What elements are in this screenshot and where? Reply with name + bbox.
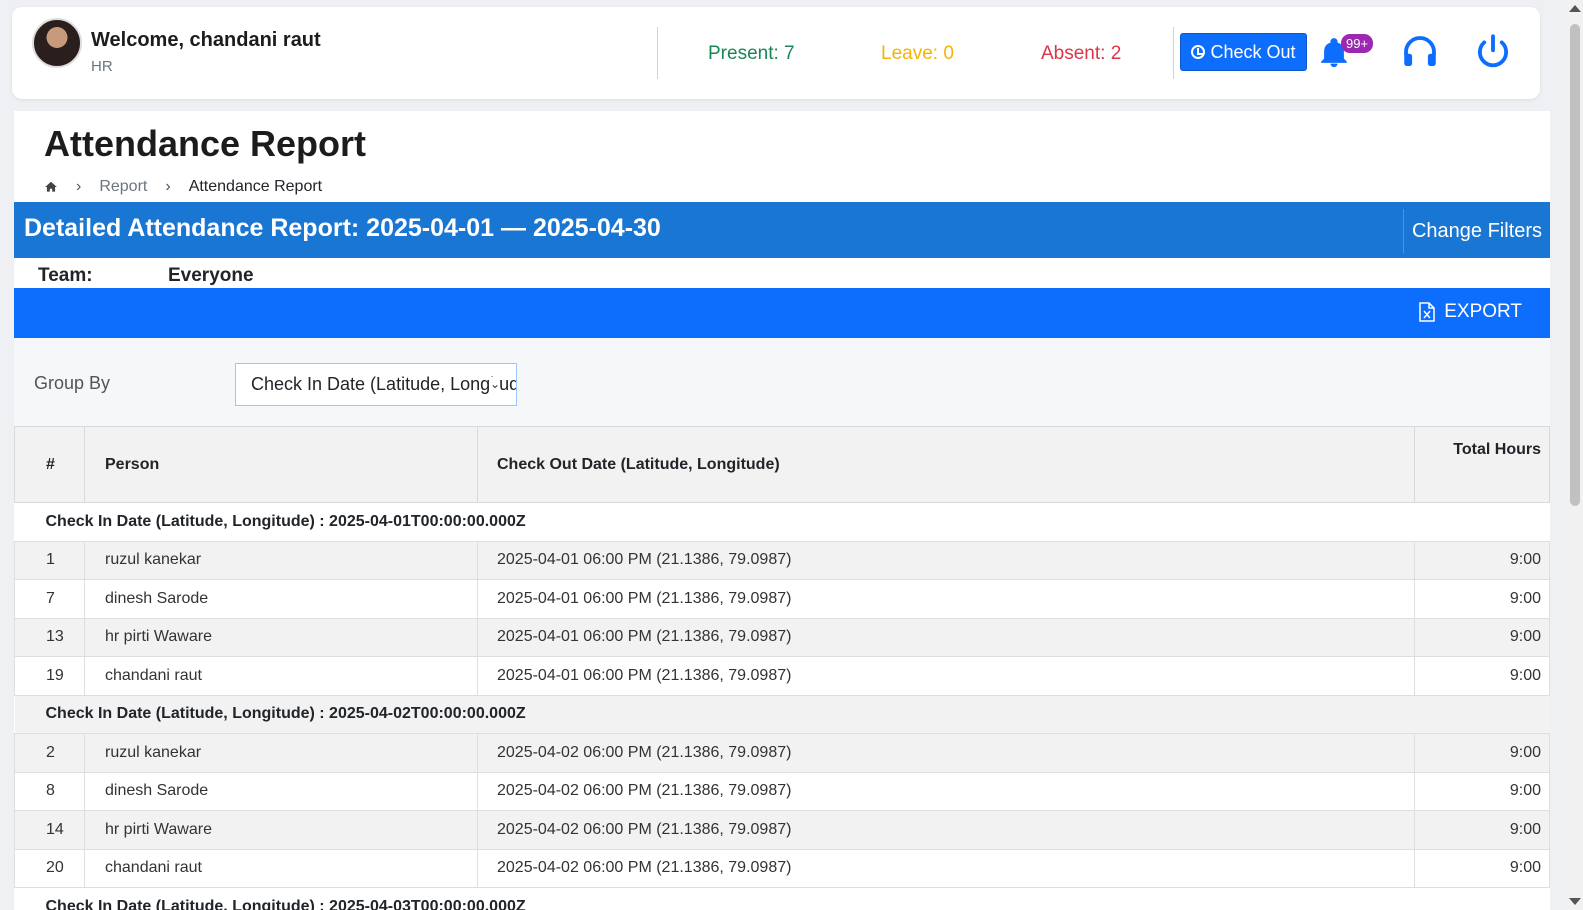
checkout-date: 2025-04-01 06:00 PM (21.1386, 79.0987) [477,540,1415,580]
column-header-number[interactable]: # [14,426,85,503]
row-number: 8 [14,771,85,811]
group-row: Check In Date (Latitude, Longitude) : 20… [14,694,1550,734]
avatar[interactable] [32,18,82,68]
person-name: hr pirti Waware [84,617,478,657]
total-hours: 9:00 [1414,656,1550,696]
checkout-date: 2025-04-02 06:00 PM (21.1386, 79.0987) [477,848,1415,888]
chevron-right-icon: › [165,178,171,195]
change-filters-button[interactable]: Change Filters [1403,209,1550,253]
group-row: Check In Date (Latitude, Longitude) : 20… [14,502,1550,542]
checkout-date: 2025-04-01 06:00 PM (21.1386, 79.0987) [477,617,1415,657]
person-name: hr pirti Waware [84,810,478,850]
chevron-right-icon: › [76,178,82,195]
person-name: dinesh Sarode [84,579,478,619]
attendance-table: # Person Check Out Date (Latitude, Longi… [14,426,1550,910]
person-name: ruzul kanekar [84,540,478,580]
leave-count: Leave: 0 [881,43,954,64]
person-name: dinesh Sarode [84,771,478,811]
group-row: Check In Date (Latitude, Longitude) : 20… [14,887,1550,910]
total-hours: 9:00 [1414,848,1550,888]
group-by-value: Check In Date (Latitude, Longitude) [251,374,517,394]
checkout-date: 2025-04-02 06:00 PM (21.1386, 79.0987) [477,771,1415,811]
group-by-row: Group By Check In Date (Latitude, Longit… [14,338,1550,426]
team-label: Team: [38,265,93,286]
breadcrumb-current: Attendance Report [188,178,323,195]
checkout-date: 2025-04-02 06:00 PM (21.1386, 79.0987) [477,810,1415,850]
scroll-down-arrow[interactable] [1569,898,1581,905]
total-hours: 9:00 [1414,733,1550,773]
total-hours: 9:00 [1414,579,1550,619]
check-out-button[interactable]: Check Out [1180,33,1307,71]
scrollbar-thumb[interactable] [1570,24,1580,506]
table-row[interactable]: 1 ruzul kanekar 2025-04-01 06:00 PM (21.13… [14,540,1550,580]
total-hours: 9:00 [1414,810,1550,850]
group-by-select[interactable]: Check In Date (Latitude, Longitude) ⌄ [235,363,517,406]
page-title: Attendance Report [44,123,367,164]
table-row[interactable]: 8 dinesh Sarode 2025-04-02 06:00 PM (21.13… [14,771,1550,811]
absent-count: Absent: 2 [1041,43,1122,64]
row-number: 7 [14,579,85,619]
table-header-row: # Person Check Out Date (Latitude, Longi… [14,426,1550,503]
main-panel: Attendance Report › Report › Attendance … [14,111,1550,910]
person-name: chandani raut [84,656,478,696]
check-out-label: Check Out [1210,41,1296,62]
checkout-date: 2025-04-01 06:00 PM (21.1386, 79.0987) [477,656,1415,696]
row-number: 14 [14,810,85,850]
present-count: Present: 7 [708,43,795,64]
breadcrumb-report[interactable]: Report [99,178,147,196]
group-by-label: Group By [34,373,111,393]
column-header-total-hours[interactable]: Total Hours [1414,426,1550,503]
row-number: 20 [14,848,85,888]
divider [657,27,658,79]
team-value: Everyone [168,265,254,286]
chevron-down-icon: ⌄ [489,377,500,391]
breadcrumb: › Report › Attendance Report [44,178,322,196]
export-bar: EXPORT [14,288,1550,338]
excel-file-icon [1419,302,1435,322]
team-row: Team: Everyone [14,262,1550,288]
report-header-bar: Detailed Attendance Report: 2025-04-01 —… [14,202,1550,258]
table-row[interactable]: 19 chandani raut 2025-04-01 06:00 PM (21.1… [14,656,1550,696]
export-label: EXPORT [1444,301,1522,322]
clock-icon [1191,45,1206,59]
group-label: Check In Date (Latitude, Longitude) : 20… [14,887,1550,910]
checkout-date: 2025-04-01 06:00 PM (21.1386, 79.0987) [477,579,1415,619]
table-row[interactable]: 2 ruzul kanekar 2025-04-02 06:00 PM (21.13… [14,733,1550,773]
group-label: Check In Date (Latitude, Longitude) : 20… [14,694,1550,734]
total-hours: 9:00 [1414,771,1550,811]
column-header-checkout[interactable]: Check Out Date (Latitude, Longitude) [477,426,1415,503]
page-scrollbar[interactable] [1566,0,1583,910]
welcome-text: Welcome, chandani raut [91,29,321,51]
user-role: HR [91,58,113,75]
scroll-up-arrow[interactable] [1569,5,1581,12]
export-button[interactable]: EXPORT [1419,301,1522,323]
group-label: Check In Date (Latitude, Longitude) : 20… [14,502,1550,542]
divider [1173,27,1174,79]
home-icon[interactable] [44,180,58,194]
row-number: 13 [14,617,85,657]
table-row[interactable]: 7 dinesh Sarode 2025-04-01 06:00 PM (21.13… [14,579,1550,619]
row-number: 1 [14,540,85,580]
checkout-date: 2025-04-02 06:00 PM (21.1386, 79.0987) [477,733,1415,773]
report-title: Detailed Attendance Report: 2025-04-01 —… [24,214,661,242]
top-header: Welcome, chandani raut HR Present: 7 Lea… [12,7,1540,99]
table-row[interactable]: 13 hr pirti Waware 2025-04-01 06:00 PM (21… [14,617,1550,657]
total-hours: 9:00 [1414,617,1550,657]
column-header-person[interactable]: Person [84,426,478,503]
person-name: chandani raut [84,848,478,888]
person-name: ruzul kanekar [84,733,478,773]
notification-badge: 99+ [1341,34,1374,53]
table-row[interactable]: 14 hr pirti Waware 2025-04-02 06:00 PM (21… [14,810,1550,850]
table-row[interactable]: 20 chandani raut 2025-04-02 06:00 PM (21.1… [14,848,1550,888]
power-icon[interactable] [1472,31,1514,73]
row-number: 19 [14,656,85,696]
row-number: 2 [14,733,85,773]
headset-icon[interactable] [1399,31,1441,73]
total-hours: 9:00 [1414,540,1550,580]
